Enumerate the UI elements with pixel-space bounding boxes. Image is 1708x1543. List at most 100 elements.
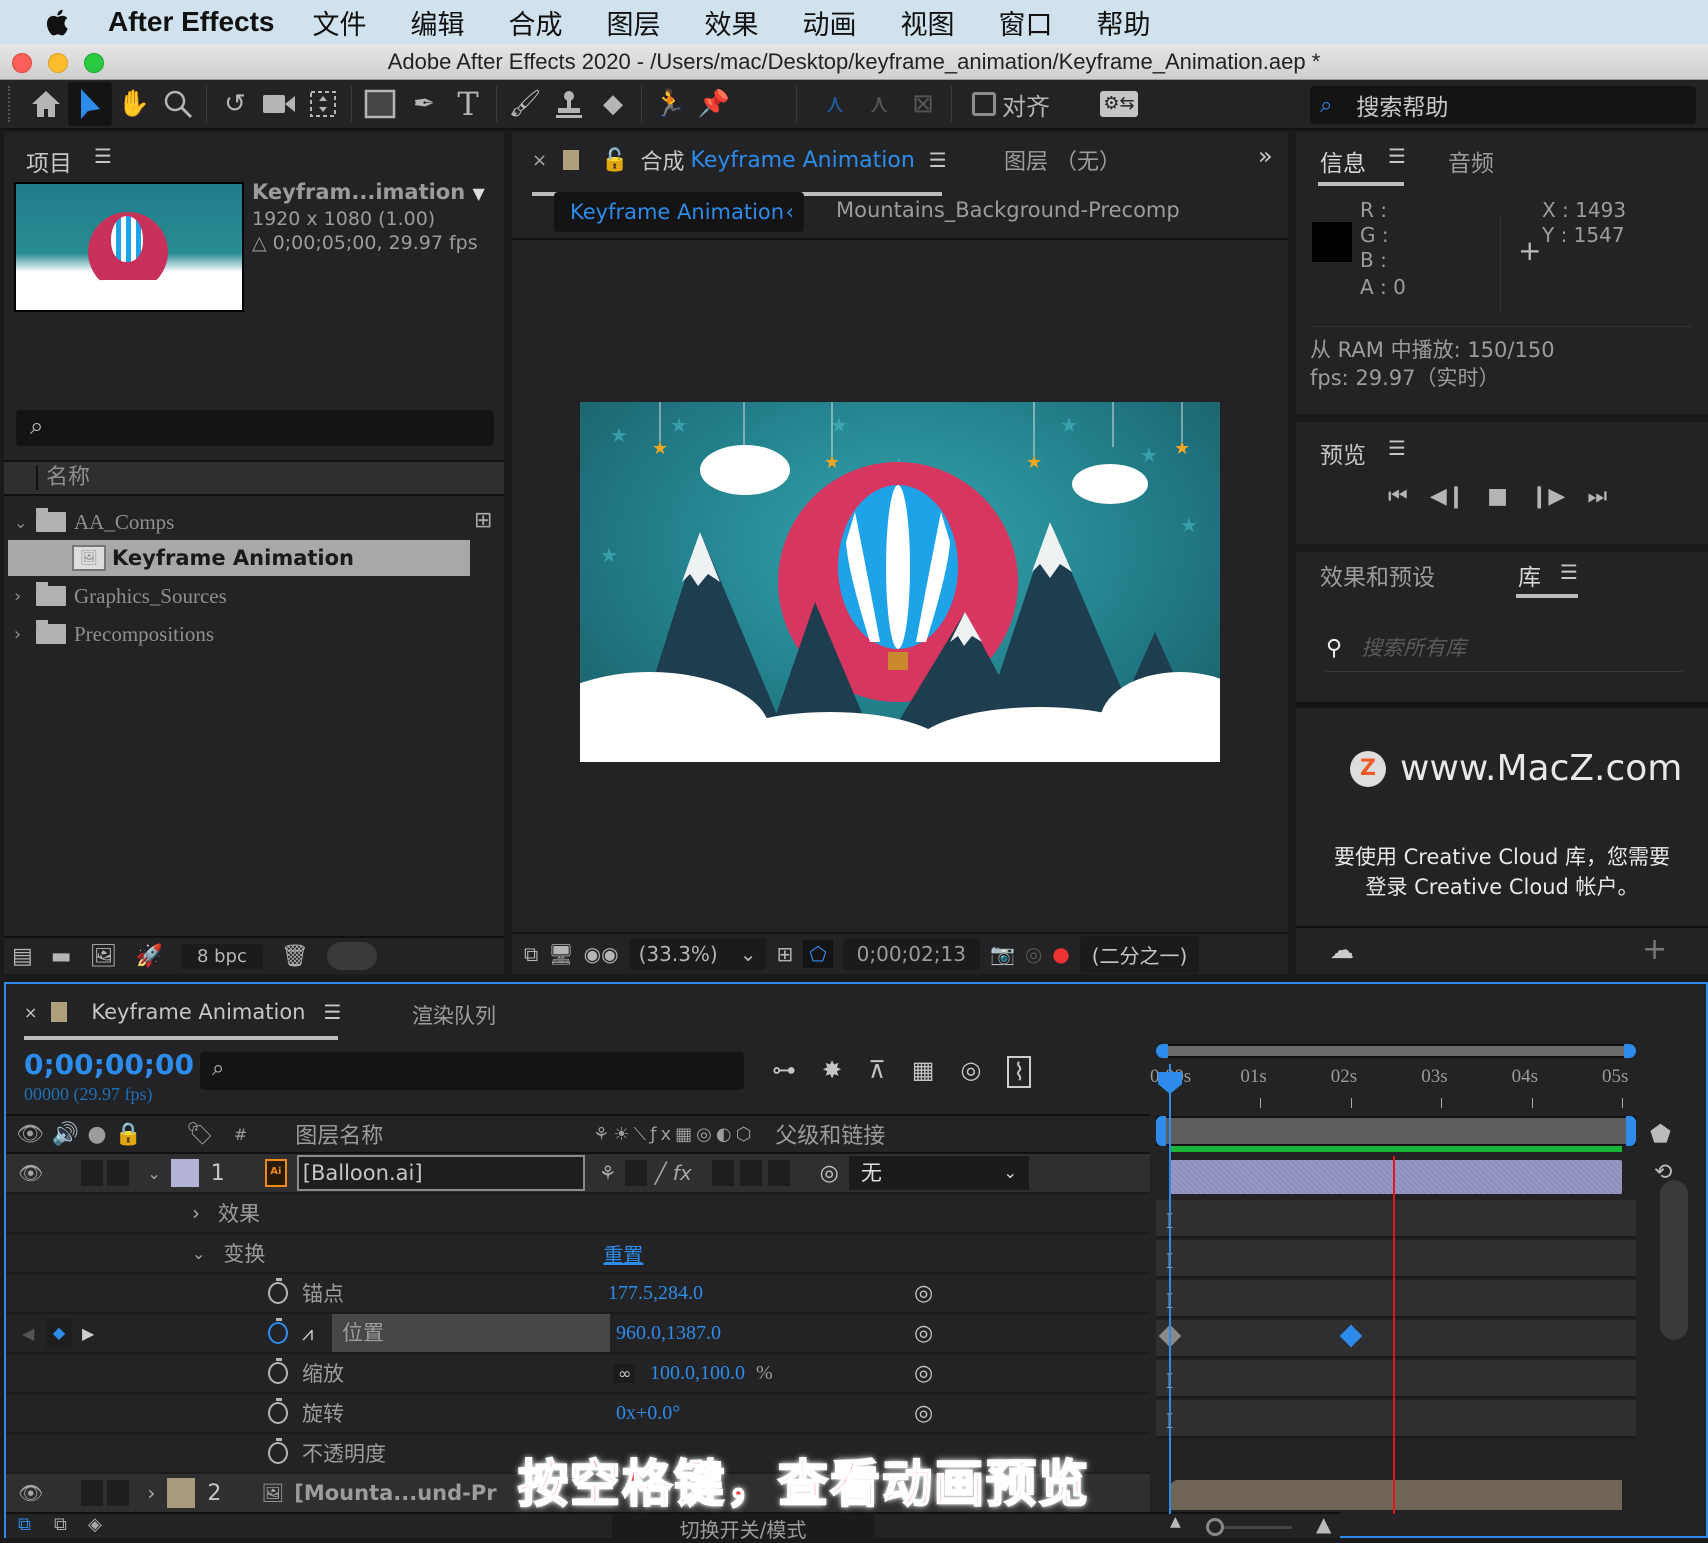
pick-whip-icon[interactable]: ◎ xyxy=(914,1321,933,1346)
cloud-offline-icon[interactable]: ☁ xyxy=(1330,936,1354,964)
chevron-down-icon[interactable]: ⌄ xyxy=(14,513,36,532)
vertical-scrollbar[interactable] xyxy=(1660,1180,1688,1340)
project-item-folder[interactable]: › Precompositions xyxy=(14,616,474,652)
menu-view[interactable]: 视图 xyxy=(900,3,954,42)
chevron-right-icon[interactable]: › xyxy=(147,1481,155,1505)
layer-tab[interactable]: 图层 （无） xyxy=(1004,144,1121,176)
app-menu[interactable]: After Effects xyxy=(108,6,274,38)
frame-blend-switch[interactable] xyxy=(711,1160,734,1186)
puppet-pin-tool-icon[interactable]: 📌 xyxy=(692,82,736,126)
zoom-window-button[interactable] xyxy=(84,53,104,73)
zoom-tool-icon[interactable] xyxy=(156,82,200,126)
breadcrumb-active[interactable]: Keyframe Animation ‹ xyxy=(554,192,804,232)
toggle-switches-modes-button[interactable]: 切换开关/模式 xyxy=(612,1514,874,1542)
stopwatch-active-icon[interactable] xyxy=(268,1318,288,1344)
new-composition-icon[interactable]: 🖼 xyxy=(90,944,118,969)
menu-composition[interactable]: 合成 xyxy=(508,3,562,42)
graph-icon[interactable]: ⩘ xyxy=(302,1321,313,1345)
menu-edit[interactable]: 编辑 xyxy=(410,3,464,42)
current-time[interactable]: 0;00;00;00 xyxy=(24,1048,194,1081)
close-tab-icon[interactable]: × xyxy=(532,150,547,171)
project-item-folder[interactable]: ⌄ AA_Comps xyxy=(14,504,474,540)
stopwatch-icon[interactable] xyxy=(268,1358,288,1384)
number-header[interactable]: # xyxy=(234,1125,247,1144)
tab-audio[interactable]: 音频 xyxy=(1448,144,1494,178)
menu-help[interactable]: 帮助 xyxy=(1096,3,1150,42)
zoom-slider-handle[interactable] xyxy=(1206,1518,1224,1536)
thumbnail-toggle[interactable] xyxy=(326,942,377,970)
library-search-input[interactable]: ⚲ 搜索所有库 xyxy=(1326,632,1682,672)
lock-icon[interactable]: 🔓 xyxy=(601,148,628,173)
zoom-in-icon[interactable]: ▲ xyxy=(1316,1512,1331,1536)
close-tab-icon[interactable]: × xyxy=(24,1003,37,1022)
stop-icon[interactable]: ■ xyxy=(1487,484,1508,509)
scale-value[interactable]: 100.0,100.0 xyxy=(650,1362,745,1385)
preview-title[interactable]: 预览 xyxy=(1320,436,1366,470)
rotation-value[interactable]: 0x+0.0° xyxy=(616,1402,680,1425)
eraser-tool-icon[interactable]: ◆ xyxy=(591,82,635,126)
type-tool-icon[interactable]: T xyxy=(446,82,490,126)
property-track[interactable]: I xyxy=(1156,1200,1636,1238)
previous-frame-icon[interactable]: ◀❙ xyxy=(1430,484,1465,509)
minimize-window-button[interactable] xyxy=(48,53,68,73)
brush-tool-icon[interactable]: 🖌 xyxy=(503,82,547,126)
chevron-down-icon[interactable]: ⌄ xyxy=(192,1244,205,1263)
draft-3d-icon[interactable]: ✸ xyxy=(822,1056,842,1088)
keyframe[interactable] xyxy=(1339,1324,1363,1348)
graph-editor-icon[interactable]: ⌇ xyxy=(1007,1056,1032,1088)
layer-name[interactable]: [Mounta...und-Pr xyxy=(294,1481,496,1505)
transfer-controls-toggle-icon[interactable]: ⧉ xyxy=(54,1514,67,1535)
zoom-out-icon[interactable]: ▲ xyxy=(1170,1514,1181,1530)
grid-guides-icon[interactable]: ⊞ xyxy=(776,942,793,966)
magnification-dropdown[interactable]: (33.3%) ⌄ xyxy=(628,938,767,970)
reset-link[interactable]: 重置 xyxy=(603,1239,643,1268)
3d-layer-switch[interactable] xyxy=(767,1160,790,1186)
last-frame-icon[interactable]: ⏭ xyxy=(1587,484,1607,509)
world-axis-icon[interactable]: ⋏ xyxy=(857,82,901,126)
hand-tool-icon[interactable]: ✋ xyxy=(112,82,156,126)
layer-2-duration-bar[interactable] xyxy=(1170,1480,1622,1510)
add-icon[interactable]: + xyxy=(1642,932,1667,967)
current-time-indicator[interactable] xyxy=(1158,1064,1182,1514)
local-axis-icon[interactable]: ⋏ xyxy=(813,82,857,126)
panel-menu-icon[interactable]: ☰ xyxy=(1388,436,1406,460)
close-window-button[interactable] xyxy=(12,53,32,73)
layer-search-input[interactable]: ⌕ xyxy=(200,1052,744,1090)
previous-keyframe-icon[interactable]: ◀ xyxy=(22,1324,34,1343)
work-area-end-handle[interactable] xyxy=(1626,1116,1636,1146)
work-area-start-handle[interactable] xyxy=(1156,1116,1166,1146)
flowchart-icon[interactable]: ⊞ xyxy=(474,508,492,533)
comp-marker-bin-icon[interactable]: ⬟ xyxy=(1650,1120,1671,1148)
project-item-folder[interactable]: › Graphics_Sources xyxy=(14,578,474,614)
project-item-composition[interactable]: 🖼 Keyframe Animation xyxy=(8,540,470,576)
constrain-proportions-icon[interactable]: ∞ xyxy=(614,1363,636,1383)
property-track[interactable]: I xyxy=(1156,1280,1636,1318)
property-track[interactable] xyxy=(1156,1320,1636,1358)
home-icon[interactable] xyxy=(24,82,68,126)
chevron-down-icon[interactable]: ⌄ xyxy=(147,1164,160,1183)
rotate-tool-icon[interactable]: ↺ xyxy=(213,82,257,126)
visibility-eye-icon[interactable]: 👁 xyxy=(18,1481,43,1505)
search-help-field[interactable]: ⌕ 搜索帮助 xyxy=(1310,86,1696,124)
pick-whip-icon[interactable]: ◎ xyxy=(914,1281,933,1306)
selection-tool-icon[interactable] xyxy=(68,82,112,126)
render-queue-tab[interactable]: 渲染队列 xyxy=(412,1000,496,1030)
menu-effect[interactable]: 效果 xyxy=(704,3,758,42)
monitor-icon[interactable]: 🖥 xyxy=(548,942,573,966)
motion-blur-icon[interactable]: ◎ xyxy=(960,1056,981,1088)
collapse-switch[interactable] xyxy=(624,1160,647,1186)
composition-viewer[interactable]: ★★★★★★★★ ★★★★ xyxy=(580,402,1220,762)
lock-switch[interactable] xyxy=(107,1160,130,1186)
position-value[interactable]: 960.0,1387.0 xyxy=(616,1322,721,1345)
visibility-eye-icon[interactable]: 👁 xyxy=(18,1161,43,1185)
camera-tool-icon[interactable] xyxy=(257,82,301,126)
zoom-slider-track[interactable] xyxy=(1212,1526,1292,1529)
layer-name-field[interactable]: [Balloon.ai] xyxy=(296,1155,585,1191)
shy-layers-icon[interactable]: ⊼ xyxy=(868,1056,886,1088)
parent-dropdown[interactable]: 无 ⌄ xyxy=(848,1156,1029,1190)
panel-menu-icon[interactable]: ☰ xyxy=(324,1000,342,1024)
solo-switch[interactable] xyxy=(81,1480,104,1506)
column-header-name[interactable]: 名称 xyxy=(4,460,504,496)
property-track[interactable]: I xyxy=(1156,1400,1636,1438)
bit-depth-button[interactable]: 8 bpc xyxy=(180,943,263,969)
